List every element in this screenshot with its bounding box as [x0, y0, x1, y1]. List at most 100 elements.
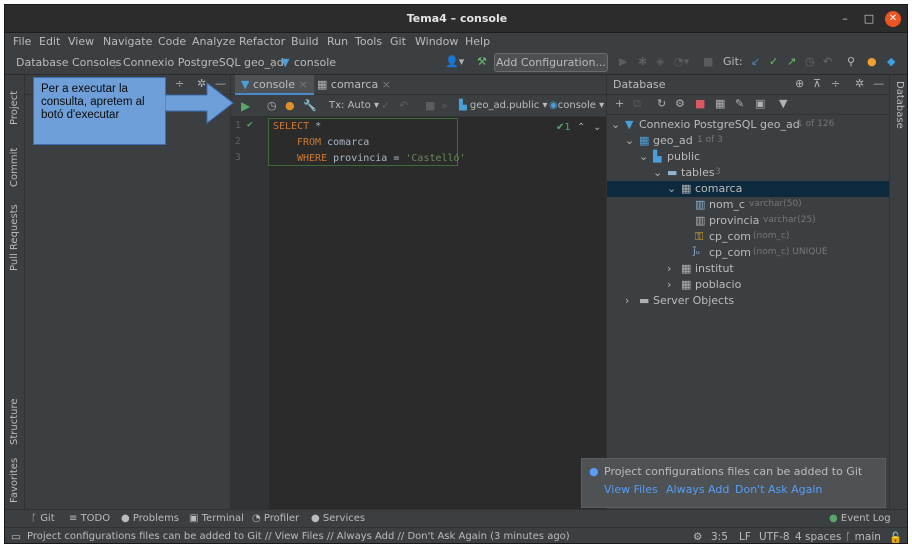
prev-highlight-icon[interactable]: ⌃ [577, 121, 585, 135]
menu-refactor[interactable]: Refactor [239, 35, 285, 48]
git-commit-icon[interactable]: ✓ [769, 55, 778, 69]
tx-mode-select[interactable]: Tx: Auto ▾ [329, 99, 379, 113]
tab-profiler[interactable]: ◔ Profiler [252, 513, 299, 524]
tree-schema[interactable]: ⌄ ▙ public [607, 149, 890, 165]
console-icon[interactable]: ▣ [755, 97, 765, 111]
tab-terminal[interactable]: ▣ Terminal [189, 513, 244, 524]
file-encoding[interactable]: UTF-8 [759, 531, 790, 543]
close-tab-icon[interactable]: × [382, 78, 391, 91]
close-button[interactable]: ✕ [885, 11, 901, 27]
build-hammer-icon[interactable]: ⚒ [477, 55, 487, 69]
code-line-2[interactable]: FROM comarca [297, 137, 369, 148]
menu-file[interactable]: File [13, 35, 31, 48]
update-icon[interactable]: ● [867, 55, 877, 69]
more-icon[interactable]: » [441, 99, 448, 113]
git-branch[interactable]: ᚴ main [845, 531, 881, 543]
tab-structure[interactable]: Structure [9, 398, 20, 445]
tree-column[interactable]: ▥ provincia varchar(25) [607, 213, 890, 229]
status-toggle-icon[interactable]: ▭ [11, 531, 21, 543]
lock-icon[interactable]: 🔓 [889, 531, 902, 543]
refresh-icon[interactable]: ↻ [657, 97, 666, 111]
tree-table-institut[interactable]: › ▦ institut [607, 261, 890, 277]
add-configuration-button[interactable]: Add Configuration... [494, 53, 608, 72]
properties-icon[interactable]: ⚙ [675, 97, 685, 111]
tab-favorites[interactable]: Favorites [9, 458, 20, 503]
tree-key[interactable]: ⚿ cp_com (nom_c) [607, 229, 890, 245]
stop-icon[interactable]: ■ [695, 97, 705, 111]
menu-view[interactable]: View [68, 35, 94, 48]
code-line-3[interactable]: WHERE provincia = 'Castelló' [297, 153, 466, 164]
menu-navigate[interactable]: Navigate [103, 35, 152, 48]
table-icon[interactable]: ▦ [715, 97, 725, 111]
execute-button[interactable]: ▶ [241, 99, 250, 113]
wrench-icon[interactable]: 🔧 [303, 99, 317, 113]
tree-index[interactable]: ǰᵤ cp_com (nom_c) UNIQUE [607, 245, 890, 261]
copy-icon[interactable]: ⧉ [633, 97, 641, 111]
menu-code[interactable]: Code [158, 35, 186, 48]
tab-database[interactable]: Database [894, 81, 905, 129]
tree-table-poblacio[interactable]: › ▦ poblacio [607, 277, 890, 293]
minimize-button[interactable]: – [837, 11, 853, 27]
menu-help[interactable]: Help [465, 35, 490, 48]
stop-icon[interactable]: ■ [425, 99, 435, 113]
tab-console[interactable]: ▼ console × [235, 75, 314, 95]
close-tab-icon[interactable]: × [299, 78, 308, 91]
plugin-icon[interactable]: ◆ [887, 55, 895, 69]
menu-build[interactable]: Build [291, 35, 319, 48]
settings-icon[interactable]: ● [285, 99, 295, 113]
hide-icon[interactable]: — [873, 77, 884, 91]
tab-todo[interactable]: ≡ TODO [69, 513, 110, 524]
menu-git[interactable]: Git [390, 35, 406, 48]
tree-column[interactable]: ▥ nom_c varchar(50) [607, 197, 890, 213]
tab-event-log[interactable]: ● Event Log [829, 513, 891, 524]
history-icon[interactable]: ◷ [267, 99, 277, 113]
breadcrumb-console[interactable]: console [294, 56, 336, 69]
tab-pull-requests[interactable]: Pull Requests [9, 204, 20, 271]
line-separator[interactable]: LF [739, 531, 751, 543]
tab-comarca[interactable]: ▦ comarca × [311, 75, 397, 95]
stop-icon[interactable]: ■ [703, 55, 713, 69]
expand-icon[interactable]: ÷ [831, 77, 840, 91]
tree-table-comarca[interactable]: ⌄ ▦ comarca [607, 181, 890, 197]
tree-tables[interactable]: ⌄ ▬ tables 3 [607, 165, 890, 181]
caret-position[interactable]: 3:5 [711, 531, 728, 543]
tree-connection[interactable]: ⌄ ▼ Connexio PostgreSQL geo_ad 1 of 126 [607, 117, 890, 133]
indent-setting[interactable]: 4 spaces [795, 531, 841, 543]
menu-edit[interactable]: Edit [39, 35, 60, 48]
commit-icon[interactable]: ✓ [381, 99, 390, 113]
git-history-icon[interactable]: ◷ [805, 55, 815, 69]
run-icon[interactable]: ▶ [619, 55, 627, 69]
menu-tools[interactable]: Tools [355, 35, 382, 48]
schema-select[interactable]: ▙ geo_ad.public ▾ [459, 99, 547, 113]
menu-analyze[interactable]: Analyze [192, 35, 235, 48]
search-icon[interactable]: ⚲ [847, 55, 855, 69]
view-files-link[interactable]: View Files [604, 483, 658, 496]
dont-ask-again-link[interactable]: Don't Ask Again [735, 483, 822, 496]
vcs-icon[interactable]: ⚙ [693, 531, 702, 543]
tab-git[interactable]: ᚴ Git [31, 513, 55, 524]
add-icon[interactable]: + [615, 97, 624, 111]
always-add-link[interactable]: Always Add [666, 483, 729, 496]
code-line-1[interactable]: SELECT * [273, 121, 321, 132]
tab-problems[interactable]: ● Problems [121, 513, 179, 524]
filter-icon[interactable]: ▼ [779, 97, 787, 111]
breadcrumb-database-consoles[interactable]: Database Consoles [16, 56, 121, 69]
git-rollback-icon[interactable]: ↶ [823, 55, 832, 69]
profile-icon[interactable]: ◔▾ [674, 55, 689, 69]
tree-server-objects[interactable]: › ▬ Server Objects [607, 293, 890, 309]
git-push-icon[interactable]: ↗ [787, 55, 796, 69]
breadcrumb-connection[interactable]: Connexio PostgreSQL geo_ad [123, 56, 284, 69]
gear-icon[interactable]: ✲ [855, 77, 864, 91]
user-icon[interactable]: 👤▾ [445, 55, 464, 69]
tab-services[interactable]: ● Services [311, 513, 365, 524]
debug-icon[interactable]: ✱ [638, 55, 647, 69]
rollback-icon[interactable]: ↶ [399, 99, 408, 113]
git-update-icon[interactable]: ↙ [751, 55, 760, 69]
globe-icon[interactable]: ⊕ [795, 77, 804, 91]
inspection-status[interactable]: ✔1 [556, 121, 571, 135]
maximize-button[interactable]: □ [861, 11, 877, 27]
tab-project[interactable]: Project [9, 91, 20, 125]
tree-database[interactable]: ⌄ ▦ geo_ad 1 of 3 [607, 133, 890, 149]
tab-commit[interactable]: Commit [9, 148, 20, 187]
session-select[interactable]: ◉console ▾ [549, 99, 604, 113]
